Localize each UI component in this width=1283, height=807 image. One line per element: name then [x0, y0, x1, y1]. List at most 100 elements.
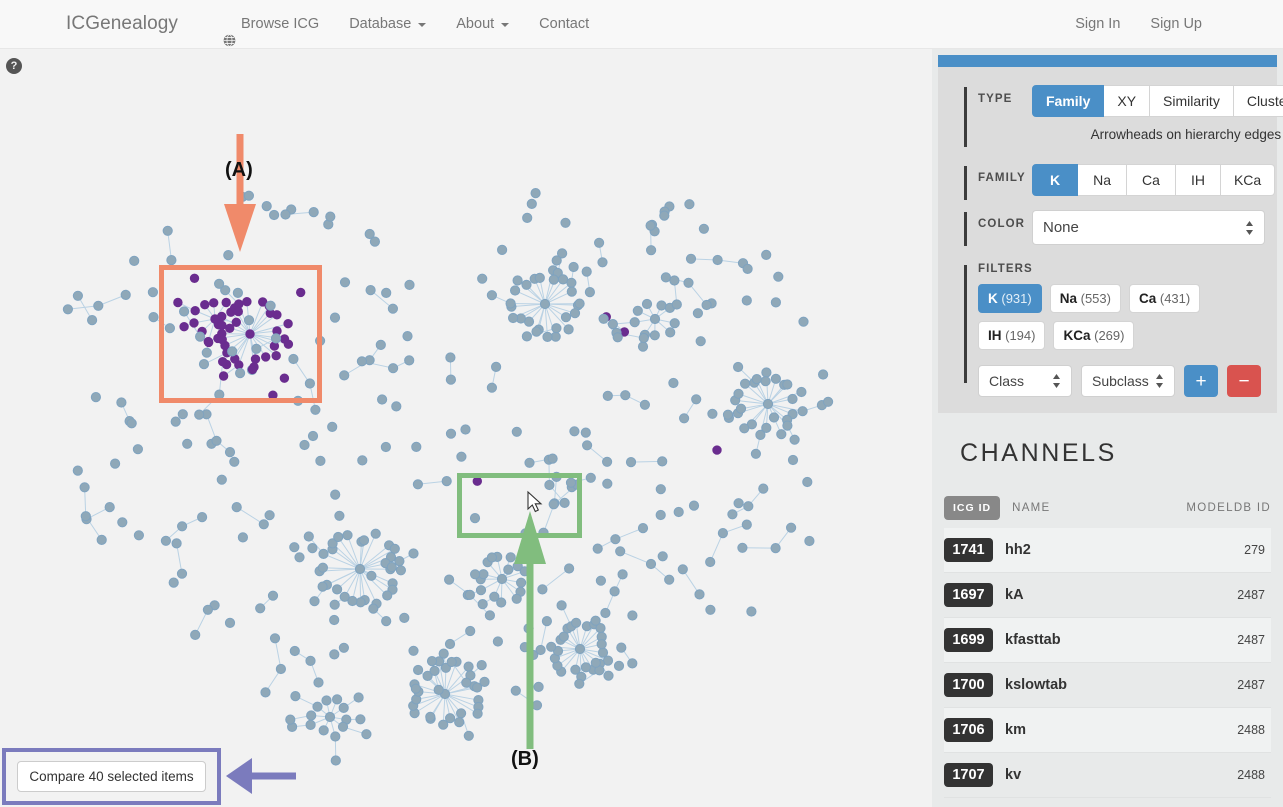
table-row[interactable]: 1707 kv 2488	[944, 753, 1271, 799]
row-modeldb-id: 2487	[1237, 678, 1265, 693]
filter-chip-ca[interactable]: Ca (431)	[1128, 284, 1201, 314]
column-header-icg-id[interactable]: ICG ID	[944, 496, 1001, 521]
column-header-modeldb-id[interactable]: MODELDB ID	[1186, 502, 1271, 514]
row-modeldb-id: 2488	[1237, 768, 1265, 783]
filter-chip-k[interactable]: K (931)	[978, 284, 1042, 314]
row-icg-id: 1700	[944, 673, 993, 698]
section-marker	[964, 265, 967, 384]
table-row[interactable]: 1697 kA 2487	[944, 573, 1271, 619]
table-row[interactable]: 1741 hh2 279	[944, 528, 1271, 574]
row-modeldb-id: 279	[1244, 543, 1265, 558]
type-button-group: Family XY Similarity Cluster	[1032, 85, 1283, 118]
right-sidebar: TYPE Family XY Similarity Cluster Arrowh…	[932, 49, 1283, 807]
network-graph[interactable]	[0, 49, 932, 807]
subclass-select-value: Subclass	[1092, 373, 1149, 390]
annotation-label-b: (B)	[511, 748, 539, 770]
annotation-arrow-c	[226, 758, 296, 794]
row-name: km	[1005, 722, 1026, 739]
annotation-box-b	[457, 473, 582, 538]
column-header-name[interactable]: NAME	[1012, 502, 1050, 514]
type-option-family[interactable]: Family	[1032, 85, 1105, 118]
brand-logo[interactable]: ICGenealogy	[66, 13, 178, 35]
spinner-icon	[1245, 220, 1254, 236]
nav-item-about[interactable]: About	[441, 0, 524, 49]
row-modeldb-id: 2487	[1237, 588, 1265, 603]
table-row[interactable]: 1699 kfasttab 2487	[944, 618, 1271, 664]
sign-in-link[interactable]: Sign In	[1060, 0, 1135, 49]
family-label: FAMILY	[978, 172, 1026, 185]
remove-filter-button[interactable]: −	[1227, 365, 1261, 398]
row-name: kfasttab	[1005, 632, 1061, 649]
family-option-ih[interactable]: IH	[1175, 164, 1221, 197]
nav-auth-links: Sign In Sign Up	[1060, 0, 1217, 49]
class-select[interactable]: Class	[978, 365, 1072, 398]
compare-selected-button[interactable]: Compare 40 selected items	[17, 761, 206, 792]
section-marker	[964, 212, 967, 247]
row-modeldb-id: 2487	[1237, 633, 1265, 648]
annotation-label-a: (A)	[225, 159, 253, 181]
family-option-kca[interactable]: KCa	[1220, 164, 1276, 197]
spinner-icon	[1155, 373, 1164, 389]
filter-chip-ih[interactable]: IH (194)	[978, 321, 1046, 351]
channels-table-header: ICG ID NAME MODELDB ID	[944, 496, 1271, 528]
row-icg-id: 1706	[944, 718, 993, 743]
subclass-select[interactable]: Subclass	[1081, 365, 1175, 398]
family-option-k[interactable]: K	[1032, 164, 1079, 197]
annotation-box-a	[159, 265, 322, 403]
arrowheads-label: Arrowheads on hierarchy edges	[1090, 127, 1282, 143]
filter-chip-kca[interactable]: KCa (269)	[1053, 321, 1135, 351]
color-select-value: None	[1043, 219, 1079, 237]
type-option-cluster[interactable]: Cluster	[1233, 85, 1283, 118]
color-select[interactable]: None	[1032, 210, 1265, 246]
filters-label: FILTERS	[978, 263, 1033, 276]
nav-item-contact[interactable]: Contact	[524, 0, 604, 49]
nav-item-database[interactable]: Database	[334, 0, 441, 49]
nav-item-label: About	[456, 15, 495, 32]
graph-controls-panel: TYPE Family XY Similarity Cluster Arrowh…	[938, 67, 1283, 414]
globe-icon	[223, 19, 236, 47]
color-label: COLOR	[978, 218, 1026, 231]
type-label: TYPE	[978, 93, 1013, 105]
control-row-type: TYPE Family XY Similarity Cluster Arrowh…	[938, 85, 1283, 147]
row-name: hh2	[1005, 542, 1031, 559]
add-filter-button[interactable]: +	[1184, 365, 1218, 398]
section-marker	[964, 87, 967, 147]
sign-up-link[interactable]: Sign Up	[1135, 0, 1217, 49]
family-button-group: K Na Ca IH KCa	[1032, 164, 1276, 197]
annotation-arrow-b	[514, 511, 546, 749]
top-navbar: ICGenealogy Browse ICG Database About Co…	[0, 0, 1283, 49]
nav-item-browse-icg[interactable]: Browse ICG	[208, 0, 334, 49]
row-name: kA	[1005, 587, 1024, 604]
section-marker	[964, 166, 967, 201]
nav-links: Browse ICG Database About Contact	[208, 0, 604, 49]
nav-item-label: Database	[349, 15, 412, 32]
chevron-down-icon	[418, 23, 427, 27]
type-option-similarity[interactable]: Similarity	[1150, 85, 1234, 118]
row-name: kslowtab	[1005, 677, 1068, 694]
annotation-box-c: Compare 40 selected items	[2, 748, 221, 805]
row-icg-id: 1707	[944, 763, 993, 788]
chevron-down-icon	[501, 23, 510, 27]
row-icg-id: 1697	[944, 583, 993, 608]
nav-item-label: Browse ICG	[241, 15, 320, 32]
control-row-family: FAMILY K Na Ca IH KCa	[938, 164, 1277, 201]
row-icg-id: 1699	[944, 628, 993, 653]
type-option-xy[interactable]: XY	[1104, 85, 1151, 118]
control-row-filters: FILTERS K (931) Na (553) Ca (431) IH (19…	[938, 263, 1277, 398]
nav-item-label: Contact	[539, 15, 590, 32]
graph-canvas[interactable]: ? (A) (B) (C) Compare 40 selected items	[0, 49, 932, 807]
arrowheads-toggle-row[interactable]: Arrowheads on hierarchy edges	[1032, 127, 1283, 142]
table-row[interactable]: 1700 kslowtab 2487	[944, 663, 1271, 709]
filter-chip-na[interactable]: Na (553)	[1049, 284, 1121, 314]
family-option-na[interactable]: Na	[1078, 164, 1128, 197]
family-option-ca[interactable]: Ca	[1127, 164, 1176, 197]
filter-chip-list: K (931) Na (553) Ca (431) IH (194) KCa (…	[978, 284, 1261, 351]
filter-add-controls: Class Subclass + −	[978, 365, 1261, 398]
sidebar-accent-bar	[938, 55, 1277, 67]
control-row-color: COLOR None	[938, 210, 1277, 247]
class-select-value: Class	[989, 373, 1025, 390]
table-row[interactable]: 1706 km 2488	[944, 708, 1271, 754]
row-modeldb-id: 2488	[1237, 723, 1265, 738]
row-icg-id: 1741	[944, 538, 993, 563]
row-name: kv	[1005, 767, 1022, 784]
